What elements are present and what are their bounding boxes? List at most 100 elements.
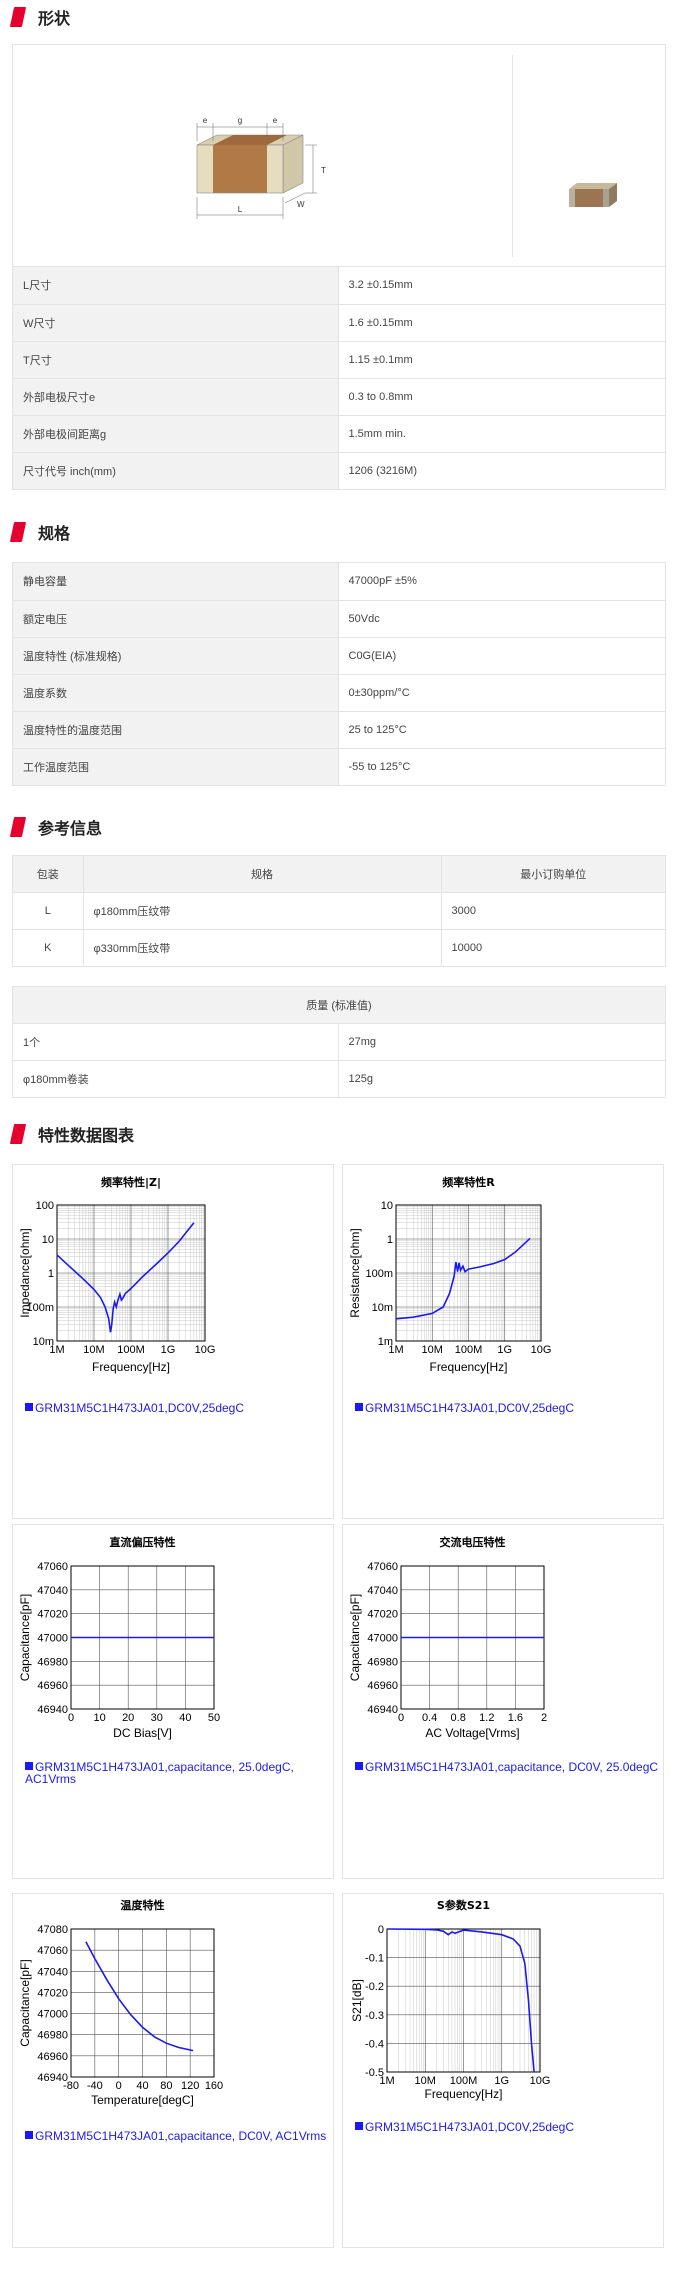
x-tick-label: 1G xyxy=(497,1344,512,1356)
row-value: 0±30ppm/°C xyxy=(338,673,665,711)
chart-legend: GRM31M5C1H473JA01,capacitance, 25.0degC,… xyxy=(25,1761,333,1785)
column-header: 包装 xyxy=(13,856,83,892)
package-code: K xyxy=(13,928,83,966)
y-tick-label: 47060 xyxy=(37,1945,68,1957)
chart-legend: GRM31M5C1H473JA01,DC0V,25degC xyxy=(25,1402,244,1414)
package-spec: φ180mm压纹带 xyxy=(82,891,441,929)
chart-legend: GRM31M5C1H473JA01,capacitance, DC0V, AC1… xyxy=(25,2130,326,2142)
row-value: 0.3 to 0.8mm xyxy=(338,377,665,415)
x-tick-label: 0 xyxy=(68,1712,74,1724)
image-divider xyxy=(512,55,513,257)
row-label: 静电容量 xyxy=(13,563,339,600)
x-tick-label: 0 xyxy=(116,2080,122,2092)
row-label: 工作温度范围 xyxy=(13,747,339,785)
y-tick-label: 47040 xyxy=(37,1966,68,1978)
section-marker-icon xyxy=(9,817,27,837)
table-row: 尺寸代号 inch(mm) 1206 (3216M) xyxy=(13,451,665,489)
y-tick-label: 47000 xyxy=(37,1633,68,1645)
y-tick-label: 0 xyxy=(378,1924,384,1936)
y-tick-label: 47040 xyxy=(367,1585,398,1597)
x-tick-label: 160 xyxy=(205,2080,223,2092)
x-tick-label: 1G xyxy=(161,1344,176,1356)
y-tick-label: 1 xyxy=(387,1234,393,1246)
row-value: 3.2 ±0.15mm xyxy=(348,279,413,292)
y-tick-label: -0.4 xyxy=(365,2038,384,2050)
packaging-table: 包装 规格 最小订购单位 L φ180mm压纹带 3000 K φ330mm压纹… xyxy=(13,856,665,966)
package-moq: 10000 xyxy=(440,928,665,966)
dim-label-w: W xyxy=(297,200,305,209)
column-header: 质量 (标准值) xyxy=(13,987,665,1023)
legend-label: GRM31M5C1H473JA01,capacitance, 25.0degC,… xyxy=(25,1760,294,1786)
y-tick-label: -0.2 xyxy=(365,1981,384,1993)
y-tick-label: 46980 xyxy=(37,2030,68,2042)
table-header-row: 包装 规格 最小订购单位 xyxy=(13,856,665,892)
x-tick-label: 50 xyxy=(208,1712,220,1724)
row-label: 额定电压 xyxy=(13,599,339,637)
y-tick-label: 46940 xyxy=(367,1704,398,1716)
x-tick-label: 0.8 xyxy=(451,1712,466,1724)
chart-title: 频率特性R xyxy=(442,1175,495,1189)
column-header: 规格 xyxy=(82,856,441,892)
y-tick-label: 46980 xyxy=(37,1656,68,1668)
x-tick-label: 20 xyxy=(122,1712,134,1724)
section-marker-icon xyxy=(9,7,27,27)
column-header: 最小订购单位 xyxy=(440,856,665,892)
table-row: 温度特性 (标准规格) C0G(EIA) xyxy=(13,636,665,674)
legend-swatch-icon xyxy=(355,1403,363,1411)
legend-label: GRM31M5C1H473JA01,DC0V,25degC xyxy=(365,2120,575,2134)
row-label: 温度系数 xyxy=(13,673,339,711)
y-tick-label: 10 xyxy=(42,1234,54,1246)
y-tick-label: 46940 xyxy=(37,2072,68,2084)
table-header-row: 质量 (标准值) xyxy=(13,987,665,1023)
row-value: -55 to 125°C xyxy=(338,747,665,785)
x-tick-label: 2 xyxy=(541,1712,547,1724)
y-tick-label: -0.5 xyxy=(365,2067,384,2079)
y-tick-label: 100 xyxy=(36,1200,54,1212)
y-tick-label: 47040 xyxy=(37,1585,68,1597)
packaging-box: 包装 规格 最小订购单位 L φ180mm压纹带 3000 K φ330mm压纹… xyxy=(12,855,666,967)
row-value: 47000pF ±5% xyxy=(348,575,417,588)
x-tick-label: 10 xyxy=(93,1712,105,1724)
mass-table: 质量 (标准值) 1个 27mg φ180mm卷装 125g xyxy=(13,987,665,1097)
chart-svg: S参数S211M 10M 100M 1G 10G0-0.1-0.2-0.3-0.4-0.… xyxy=(350,1898,550,2101)
table-row: 外部电极尺寸e 0.3 to 0.8mm xyxy=(13,377,665,415)
row-value: 50Vdc xyxy=(338,599,665,637)
chart-title: S参数S21 xyxy=(437,1898,490,1912)
table-row: 1个 27mg xyxy=(13,1022,665,1060)
series-line xyxy=(85,1941,194,2052)
chart-temperature: 温度特性 -80 -40 0 40 80 120 160 47080 47060 47040 4702… xyxy=(12,1893,334,2248)
chart-resistance: 频率特性R 1M 10M 100M 1G 10G 10 1 100m 10m 1m Frequency… xyxy=(342,1164,664,1519)
x-axis-label: DC Bias[V] xyxy=(113,1726,172,1740)
x-axis-label: Frequency[Hz] xyxy=(92,1360,170,1374)
spec-box: 静电容量 47000pF ±5% 额定电压 50Vdc 温度特性 (标准规格) C0G… xyxy=(12,562,666,786)
x-tick-label: 10M xyxy=(83,1344,104,1356)
legend-swatch-icon xyxy=(355,1762,363,1770)
table-row: 工作温度范围 -55 to 125°C xyxy=(13,747,665,785)
row-value: 27mg xyxy=(337,1022,665,1060)
section-shape-header: 形状 xyxy=(9,5,70,29)
table-row: 温度系数 0±30ppm/°C xyxy=(13,673,665,711)
section-ref-header: 参考信息 xyxy=(9,815,102,839)
x-axis-label: Frequency[Hz] xyxy=(429,1360,507,1374)
row-value: 1206 (3216M) xyxy=(338,451,665,489)
shape-images: e g e T W L xyxy=(13,45,665,267)
row-label: 温度特性的温度范围 xyxy=(13,710,339,748)
dim-label-g: g xyxy=(238,116,242,125)
table-row: 额定电压 50Vdc xyxy=(13,599,665,637)
x-tick-label: 1.2 xyxy=(479,1712,494,1724)
y-tick-label: 46960 xyxy=(37,2051,68,2063)
x-tick-label: 10G xyxy=(195,1344,216,1356)
x-tick-label: 1.6 xyxy=(508,1712,523,1724)
x-axis-label: Frequency[Hz] xyxy=(424,2087,502,2101)
x-tick-label: 0 xyxy=(398,1712,404,1724)
row-label: 1个 xyxy=(13,1022,338,1060)
y-tick-label: 46940 xyxy=(37,1704,68,1716)
row-label: L尺寸 xyxy=(13,267,339,304)
y-axis-label: Capacitance[pF] xyxy=(18,1594,32,1681)
x-tick-label: 80 xyxy=(160,2080,172,2092)
y-tick-label: -0.1 xyxy=(365,1953,384,1965)
y-tick-label: 46980 xyxy=(367,1656,398,1668)
section-marker-icon xyxy=(9,522,27,542)
chart-s21: S参数S21 1M 10M 100M 1G 10G 0 -0.1 -0.2 -0.3 -0.4 -0.… xyxy=(342,1893,664,2248)
y-tick-label: 100m xyxy=(365,1268,393,1280)
